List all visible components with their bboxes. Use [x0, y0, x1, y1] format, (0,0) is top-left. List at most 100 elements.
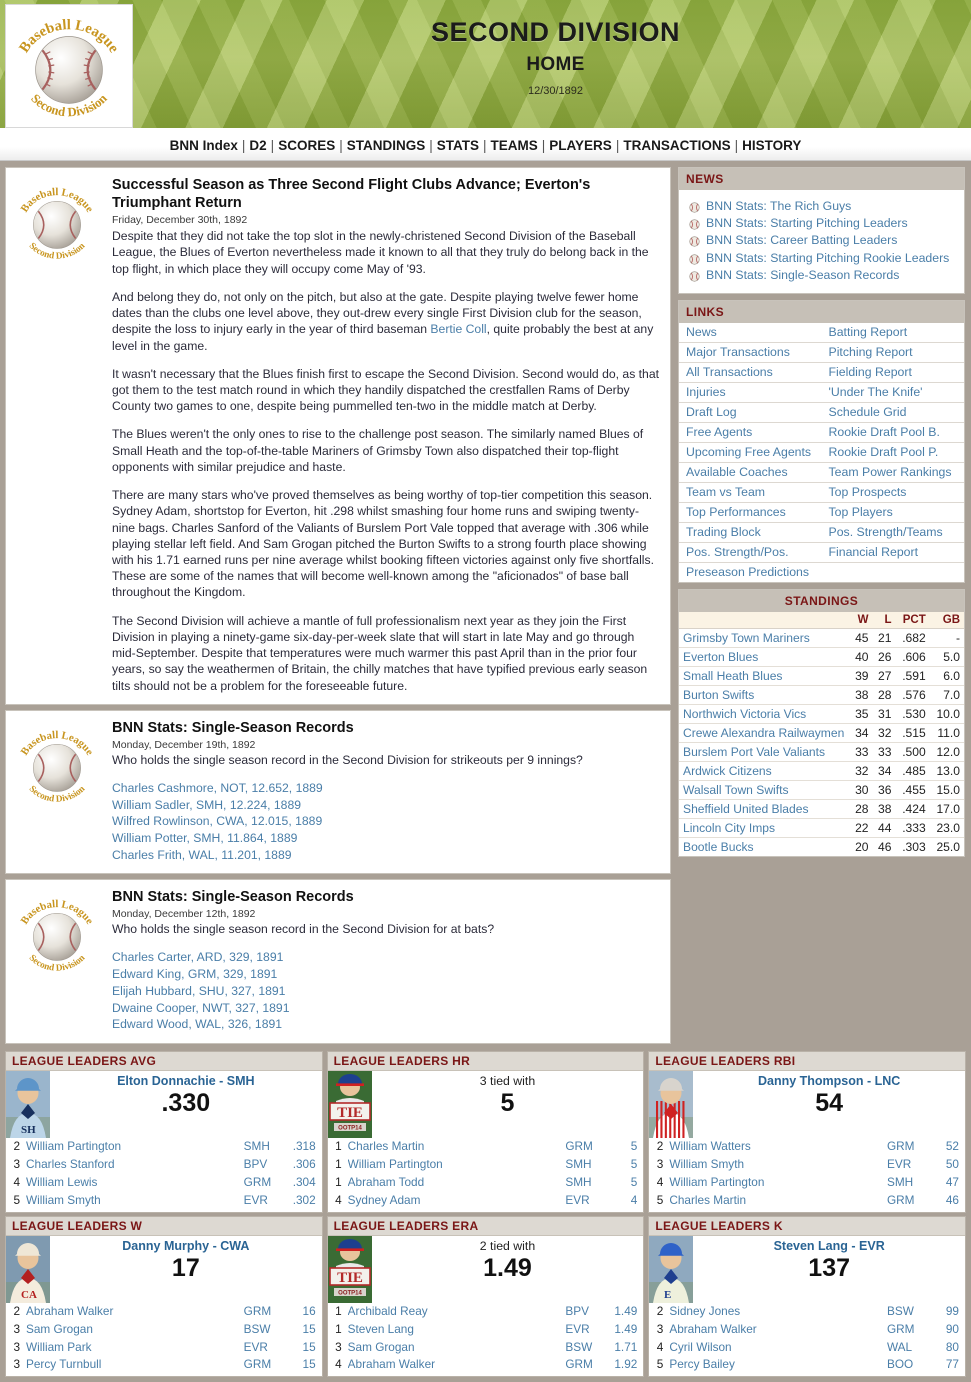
link-cell[interactable]: All Transactions — [679, 362, 822, 384]
leader-name-cell[interactable]: Sam Grogan — [348, 1339, 566, 1357]
standings-team-link[interactable]: Burton Swifts — [679, 685, 849, 706]
leader-name-cell[interactable]: William Partington — [26, 1138, 244, 1156]
leader-team-cell[interactable]: SMH — [565, 1174, 607, 1192]
nav-item-bnn-index[interactable]: BNN Index — [170, 138, 238, 153]
nav-item-stats[interactable]: STATS — [437, 138, 479, 153]
article-headline[interactable]: BNN Stats: Single-Season Records — [112, 888, 660, 906]
leader-team-cell[interactable]: SMH — [565, 1156, 607, 1174]
player-portrait[interactable]: CA — [6, 1235, 50, 1303]
leader-name-cell[interactable]: Cyril Wilson — [669, 1339, 887, 1357]
leader-name-cell[interactable]: William Park — [26, 1339, 244, 1357]
link-cell[interactable]: Pos. Strength/Teams — [821, 522, 964, 544]
standings-team-link[interactable]: Bootle Bucks — [679, 838, 848, 857]
news-link[interactable]: BNN Stats: Starting Pitching Rookie Lead… — [706, 250, 949, 266]
leader-team-cell[interactable]: SMH — [887, 1174, 929, 1192]
link-cell[interactable]: Top Prospects — [821, 482, 964, 504]
record-line[interactable]: Elijah Hubbard, SHU, 327, 1891 — [112, 983, 660, 1000]
leader-team-cell[interactable]: EVR — [565, 1321, 607, 1339]
leader-name-cell[interactable]: Sydney Adam — [348, 1192, 566, 1210]
leader-team-cell[interactable]: GRM — [565, 1356, 607, 1374]
record-line[interactable]: Charles Carter, ARD, 329, 1891 — [112, 949, 660, 966]
leader-name-cell[interactable]: Charles Stanford — [26, 1156, 244, 1174]
leader-name-cell[interactable]: William Lewis — [26, 1174, 244, 1192]
link-cell[interactable]: Top Players — [821, 502, 964, 524]
news-list-item[interactable]: BNN Stats: Starting Pitching Leaders — [689, 215, 958, 231]
leader-name-cell[interactable]: Sidney Jones — [669, 1303, 887, 1321]
nav-item-scores[interactable]: SCORES — [278, 138, 335, 153]
leader-team-cell[interactable]: GRM — [244, 1174, 286, 1192]
nav-item-history[interactable]: HISTORY — [742, 138, 801, 153]
news-link[interactable]: BNN Stats: The Rich Guys — [706, 198, 851, 214]
record-line[interactable]: Charles Cashmore, NOT, 12.652, 1889 — [112, 780, 660, 797]
link-cell[interactable]: Batting Report — [821, 323, 964, 344]
standings-team-link[interactable]: Small Heath Blues — [679, 666, 849, 687]
link-cell[interactable]: 'Under The Knife' — [821, 382, 964, 404]
news-link[interactable]: BNN Stats: Starting Pitching Leaders — [706, 215, 908, 231]
article-headline[interactable]: Successful Season as Three Second Flight… — [112, 176, 660, 212]
link-cell[interactable]: Available Coaches — [679, 462, 822, 484]
link-cell[interactable]: Rookie Draft Pool P. — [821, 442, 964, 464]
link-cell[interactable]: Pitching Report — [821, 342, 964, 364]
player-link-bertie-coll[interactable]: Bertie Coll — [430, 322, 486, 336]
standings-team-link[interactable]: Ardwick Citizens — [679, 761, 849, 782]
main-navigation[interactable]: BNN Index | D2 | SCORES | STANDINGS | STATS | TEAM… — [0, 131, 971, 161]
standings-team-link[interactable]: Grimsby Town Mariners — [679, 628, 849, 649]
news-list-item[interactable]: BNN Stats: Starting Pitching Rookie Lead… — [689, 250, 958, 266]
player-portrait[interactable] — [649, 1071, 694, 1138]
nav-item-d2[interactable]: D2 — [249, 138, 266, 153]
leader-team-cell[interactable]: GRM — [244, 1303, 286, 1321]
leader-name-cell[interactable]: William Partington — [348, 1156, 566, 1174]
leader-team-cell[interactable]: EVR — [244, 1339, 286, 1357]
news-list-item[interactable]: BNN Stats: Single-Season Records — [689, 267, 958, 283]
leader-team-cell[interactable]: EVR — [887, 1156, 929, 1174]
leader-team-cell[interactable]: GRM — [887, 1138, 929, 1156]
link-cell[interactable]: Rookie Draft Pool B. — [821, 422, 964, 444]
league-logo[interactable]: Baseball League Second Division — [5, 4, 133, 128]
leader-name-cell[interactable]: William Partington — [669, 1174, 887, 1192]
leader-name-cell[interactable]: Abraham Walker — [348, 1356, 566, 1374]
leader-team-cell[interactable]: SMH — [244, 1138, 286, 1156]
leader-player-name[interactable]: Danny Murphy - CWA — [50, 1239, 322, 1253]
link-cell[interactable]: Schedule Grid — [821, 402, 964, 424]
leader-name-cell[interactable]: Abraham Walker — [26, 1303, 244, 1321]
leader-name-cell[interactable]: William Smyth — [26, 1192, 244, 1210]
nav-item-transactions[interactable]: TRANSACTIONS — [623, 138, 730, 153]
news-link[interactable]: BNN Stats: Single-Season Records — [706, 267, 899, 283]
link-cell[interactable]: Financial Report — [821, 542, 964, 564]
record-line[interactable]: William Potter, SMH, 11.864, 1889 — [112, 830, 660, 847]
leader-team-cell[interactable]: GRM — [565, 1138, 607, 1156]
leader-team-cell[interactable]: GRM — [887, 1192, 929, 1210]
record-line[interactable]: William Sadler, SMH, 12.224, 1889 — [112, 797, 660, 814]
leader-name-cell[interactable]: Abraham Walker — [669, 1321, 887, 1339]
leader-team-cell[interactable]: WAL — [887, 1339, 929, 1357]
leader-name-cell[interactable]: Charles Martin — [348, 1138, 566, 1156]
link-cell[interactable]: Team vs Team — [679, 482, 822, 504]
link-cell[interactable]: Free Agents — [679, 422, 822, 444]
link-cell[interactable]: Fielding Report — [821, 362, 964, 384]
link-cell[interactable]: Top Performances — [679, 502, 822, 524]
standings-team-link[interactable]: Lincoln City Imps — [679, 818, 849, 839]
nav-item-standings[interactable]: STANDINGS — [347, 138, 426, 153]
leader-name-cell[interactable]: William Smyth — [669, 1156, 887, 1174]
nav-item-players[interactable]: PLAYERS — [549, 138, 612, 153]
player-portrait[interactable]: E — [649, 1235, 694, 1303]
player-portrait[interactable]: SH — [6, 1071, 50, 1138]
leader-team-cell[interactable]: GRM — [887, 1321, 929, 1339]
leader-name-cell[interactable]: Percy Bailey — [669, 1356, 887, 1374]
leader-name-cell[interactable]: Steven Lang — [348, 1321, 566, 1339]
leader-player-name[interactable]: Elton Donnachie - SMH — [50, 1074, 322, 1088]
leader-player-name[interactable]: Danny Thompson - LNC — [693, 1074, 965, 1088]
leader-team-cell[interactable]: BSW — [565, 1339, 607, 1357]
leader-team-cell[interactable]: EVR — [565, 1192, 607, 1210]
news-list-item[interactable]: BNN Stats: Career Batting Leaders — [689, 232, 958, 248]
leader-name-cell[interactable]: Abraham Todd — [348, 1174, 566, 1192]
link-cell[interactable]: Upcoming Free Agents — [679, 442, 822, 464]
leader-player-name[interactable]: Steven Lang - EVR — [693, 1239, 965, 1253]
news-list-item[interactable]: BNN Stats: The Rich Guys — [689, 198, 958, 214]
leader-name-cell[interactable]: William Watters — [669, 1138, 887, 1156]
leader-team-cell[interactable]: GRM — [244, 1356, 286, 1374]
record-line[interactable]: Edward Wood, WAL, 326, 1891 — [112, 1016, 660, 1033]
nav-item-teams[interactable]: TEAMS — [491, 138, 538, 153]
player-portrait[interactable]: TIE OOTP14 — [327, 1071, 372, 1138]
link-cell[interactable]: Draft Log — [679, 402, 822, 424]
